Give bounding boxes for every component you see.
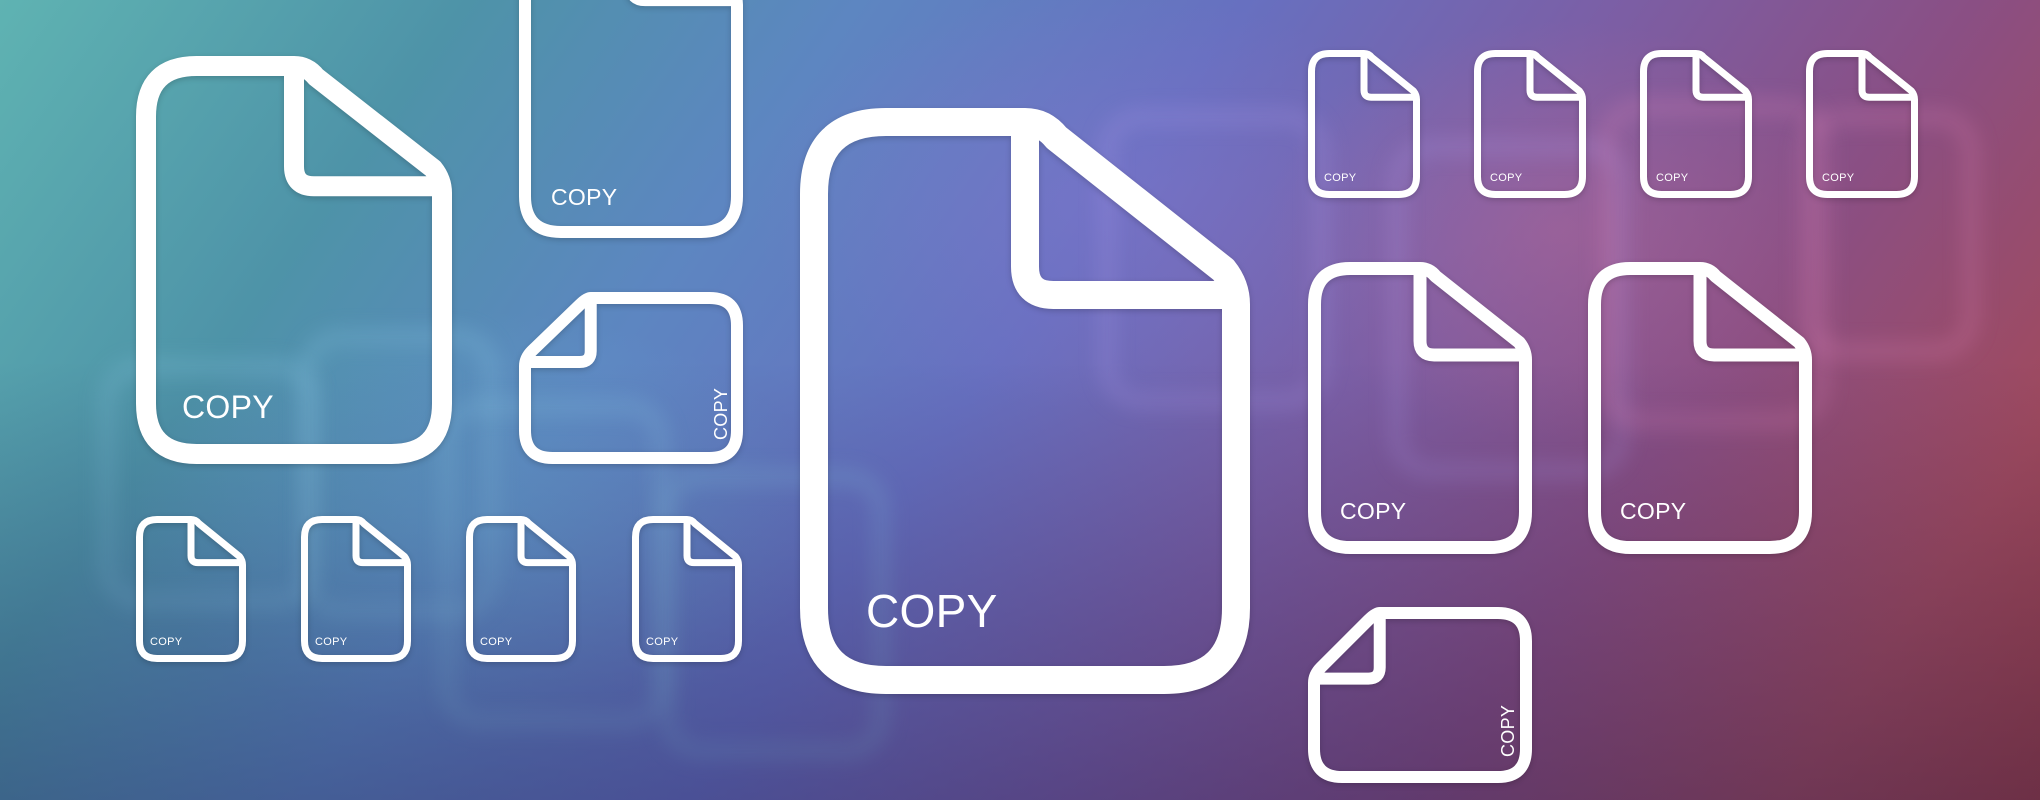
document-icon-small-left-1[interactable]: COPY xyxy=(136,516,246,662)
document-icon-medium-right-1[interactable]: COPY xyxy=(1308,262,1532,554)
document-label: COPY xyxy=(866,585,998,637)
document-icon-small-left-3[interactable]: COPY xyxy=(466,516,576,662)
document-icon-small-left-2[interactable]: COPY xyxy=(301,516,411,662)
document-label: COPY xyxy=(315,636,348,648)
document-label: COPY xyxy=(1498,704,1518,757)
document-outline xyxy=(1308,607,1532,783)
document-label: COPY xyxy=(1490,172,1523,184)
document-icon-small-right-2[interactable]: COPY xyxy=(1474,50,1586,198)
document-icon-small-right-3[interactable]: COPY xyxy=(1640,50,1752,198)
document-label: COPY xyxy=(1324,172,1357,184)
document-icon-small-right-1[interactable]: COPY xyxy=(1308,50,1420,198)
document-icon-top-middle[interactable]: COPY xyxy=(519,0,743,238)
document-label: COPY xyxy=(182,389,274,425)
document-label: COPY xyxy=(150,636,183,648)
document-label: COPY xyxy=(711,387,731,440)
document-icon-large-left[interactable]: COPY xyxy=(136,56,452,464)
document-icon-medium-right-2[interactable]: COPY xyxy=(1588,262,1812,554)
document-icon xyxy=(519,292,743,464)
document-icon-hero-center[interactable]: COPY xyxy=(800,108,1250,694)
document-icon-landscape-right[interactable]: COPY xyxy=(1308,607,1532,783)
document-label: COPY xyxy=(1656,172,1689,184)
document-label: COPY xyxy=(480,636,513,648)
document-label: COPY xyxy=(1822,172,1855,184)
document-outline xyxy=(519,292,743,464)
document-label: COPY xyxy=(1340,498,1407,524)
document-label: COPY xyxy=(551,184,618,210)
document-icon-small-left-4[interactable]: COPY xyxy=(632,516,742,662)
document-label: COPY xyxy=(646,636,679,648)
document-icon-landscape-left[interactable]: COPY xyxy=(519,292,743,464)
document-icon-small-right-4[interactable]: COPY xyxy=(1806,50,1918,198)
document-label: COPY xyxy=(1620,498,1687,524)
